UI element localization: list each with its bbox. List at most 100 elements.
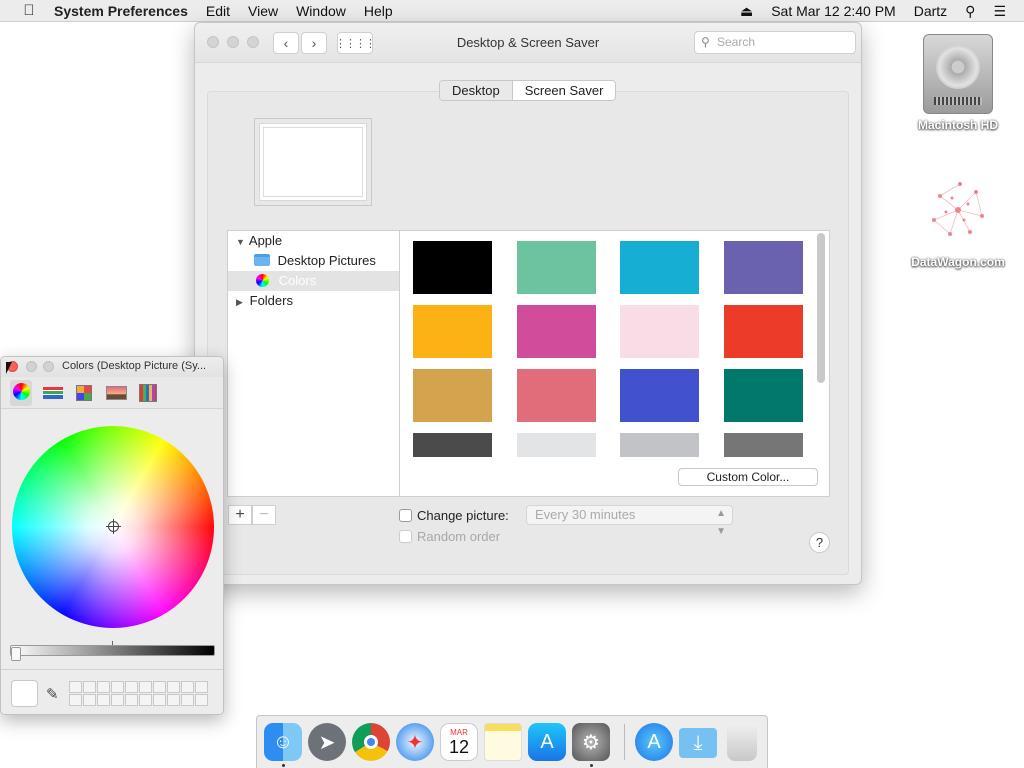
downloads-folder-icon[interactable]: ⤓ <box>679 728 717 758</box>
colors-mode-toolbar <box>1 377 223 409</box>
source-item-colors[interactable]: Colors <box>228 271 399 291</box>
color-well[interactable] <box>181 681 194 693</box>
color-swatch[interactable] <box>413 305 492 358</box>
help-button[interactable]: ? <box>809 532 830 553</box>
menu-edit[interactable]: Edit <box>206 3 230 19</box>
remove-folder-button[interactable]: − <box>252 505 276 525</box>
color-picker-crosshair[interactable] <box>106 519 121 534</box>
change-picture-checkbox[interactable] <box>399 509 412 522</box>
tab-bar: Desktop Screen Saver <box>439 80 617 101</box>
color-swatch[interactable] <box>413 241 492 294</box>
random-order-checkbox[interactable] <box>399 530 412 543</box>
color-swatch[interactable] <box>620 433 699 457</box>
notification-center-icon[interactable]: ☰ <box>993 3 1006 20</box>
menu-datetime[interactable]: Sat Mar 12 2:40 PM <box>771 3 896 19</box>
color-swatch[interactable] <box>516 305 596 358</box>
app-store-folder-icon[interactable]: A <box>635 723 673 761</box>
source-list: ▼ Apple Desktop Pictures Colors ▶ Folder… <box>227 230 400 497</box>
disclosure-down-icon[interactable]: ▼ <box>236 232 246 252</box>
source-group-label: Apple <box>248 233 283 248</box>
image-palettes-mode-icon[interactable] <box>105 383 127 403</box>
color-swatch[interactable] <box>620 241 699 294</box>
color-well[interactable] <box>139 694 152 706</box>
color-well[interactable] <box>153 681 166 693</box>
hard-drive-icon <box>923 34 993 114</box>
crayons-mode-icon[interactable] <box>137 383 159 403</box>
tab-screen-saver[interactable]: Screen Saver <box>513 81 616 100</box>
calendar-day: 12 <box>448 736 470 757</box>
color-well[interactable] <box>97 694 110 706</box>
color-swatch[interactable] <box>516 369 596 422</box>
zoom-button[interactable] <box>43 361 54 372</box>
color-well[interactable] <box>195 681 208 693</box>
search-placeholder: Search <box>717 35 756 49</box>
disclosure-right-icon[interactable]: ▶ <box>236 292 246 312</box>
color-palettes-mode-icon[interactable] <box>73 383 95 403</box>
eject-icon[interactable]: ⏏ <box>740 3 753 20</box>
color-well[interactable] <box>69 681 82 693</box>
tab-desktop[interactable]: Desktop <box>440 81 513 100</box>
source-item-desktop-pictures[interactable]: Desktop Pictures <box>228 251 399 271</box>
system-preferences-icon[interactable]: ⚙ <box>572 723 610 761</box>
menu-window[interactable]: Window <box>296 3 346 19</box>
app-store-icon[interactable]: A <box>528 723 566 761</box>
launchpad-icon[interactable]: ➤ <box>308 723 346 761</box>
color-well[interactable] <box>83 681 96 693</box>
title-bar[interactable]: ‹ › ⋮⋮⋮⋮ Desktop & Screen Saver ⚲ Search <box>195 23 861 63</box>
menu-view[interactable]: View <box>248 3 278 19</box>
color-well[interactable] <box>111 681 124 693</box>
brightness-slider-track[interactable] <box>10 645 215 656</box>
spotlight-icon[interactable]: ⚲ <box>965 3 975 20</box>
menu-app-name[interactable]: System Preferences <box>54 3 188 19</box>
desktop-icon-macintosh-hd[interactable]: Macintosh HD <box>898 34 1018 132</box>
desktop-icon-datawagon[interactable]: DataWagon.com <box>898 172 1018 269</box>
color-swatch[interactable] <box>723 241 803 294</box>
custom-color-button[interactable]: Custom Color... <box>678 468 818 486</box>
eyedropper-icon[interactable]: ✎ <box>46 685 64 703</box>
color-swatch[interactable] <box>413 433 492 457</box>
color-swatch[interactable] <box>413 369 492 422</box>
color-well[interactable] <box>97 681 110 693</box>
source-group-apple[interactable]: ▼ Apple <box>228 231 399 251</box>
chrome-icon[interactable] <box>352 723 390 761</box>
safari-icon[interactable]: ✦ <box>396 723 434 761</box>
colors-title-bar[interactable]: Colors (Desktop Picture (Sy... <box>1 357 223 377</box>
color-swatch[interactable] <box>723 369 803 422</box>
color-swatch[interactable] <box>516 241 596 294</box>
current-color-well[interactable] <box>11 680 38 707</box>
minimize-button[interactable] <box>26 361 37 372</box>
color-well[interactable] <box>69 694 82 706</box>
colors-panel: Colors (Desktop Picture (Sy... ✎ <box>0 356 224 715</box>
calendar-icon[interactable]: MAR 12 <box>440 723 478 761</box>
apple-menu-icon[interactable]:  <box>18 2 40 19</box>
menu-user[interactable]: Dartz <box>914 3 947 19</box>
vertical-scrollbar[interactable] <box>817 233 825 383</box>
folder-icon <box>254 254 270 266</box>
brightness-slider-handle[interactable] <box>11 647 21 661</box>
color-well[interactable] <box>153 694 166 706</box>
color-well[interactable] <box>167 681 180 693</box>
color-well[interactable] <box>139 681 152 693</box>
change-interval-select[interactable]: Every 30 minutes ▲ ▼ <box>526 505 733 537</box>
trash-icon[interactable] <box>727 723 757 761</box>
search-field[interactable]: ⚲ Search <box>694 31 856 54</box>
menu-help[interactable]: Help <box>364 3 393 19</box>
color-swatch[interactable] <box>723 433 803 457</box>
color-sliders-mode-icon[interactable] <box>41 383 63 403</box>
color-well[interactable] <box>111 694 124 706</box>
add-folder-button[interactable]: + <box>228 505 252 525</box>
color-well[interactable] <box>125 694 138 706</box>
color-swatch[interactable] <box>723 305 803 358</box>
color-well[interactable] <box>195 694 208 706</box>
color-well[interactable] <box>125 681 138 693</box>
notes-icon[interactable] <box>484 723 522 761</box>
color-swatch[interactable] <box>620 369 699 422</box>
color-well[interactable] <box>83 694 96 706</box>
finder-icon[interactable]: ☺ <box>264 723 302 761</box>
source-group-folders[interactable]: ▶ Folders <box>228 291 399 311</box>
color-swatch[interactable] <box>620 305 699 358</box>
color-well[interactable] <box>167 694 180 706</box>
color-well[interactable] <box>181 694 194 706</box>
color-swatch[interactable] <box>516 433 596 457</box>
color-wheel-mode-icon[interactable] <box>10 380 32 406</box>
